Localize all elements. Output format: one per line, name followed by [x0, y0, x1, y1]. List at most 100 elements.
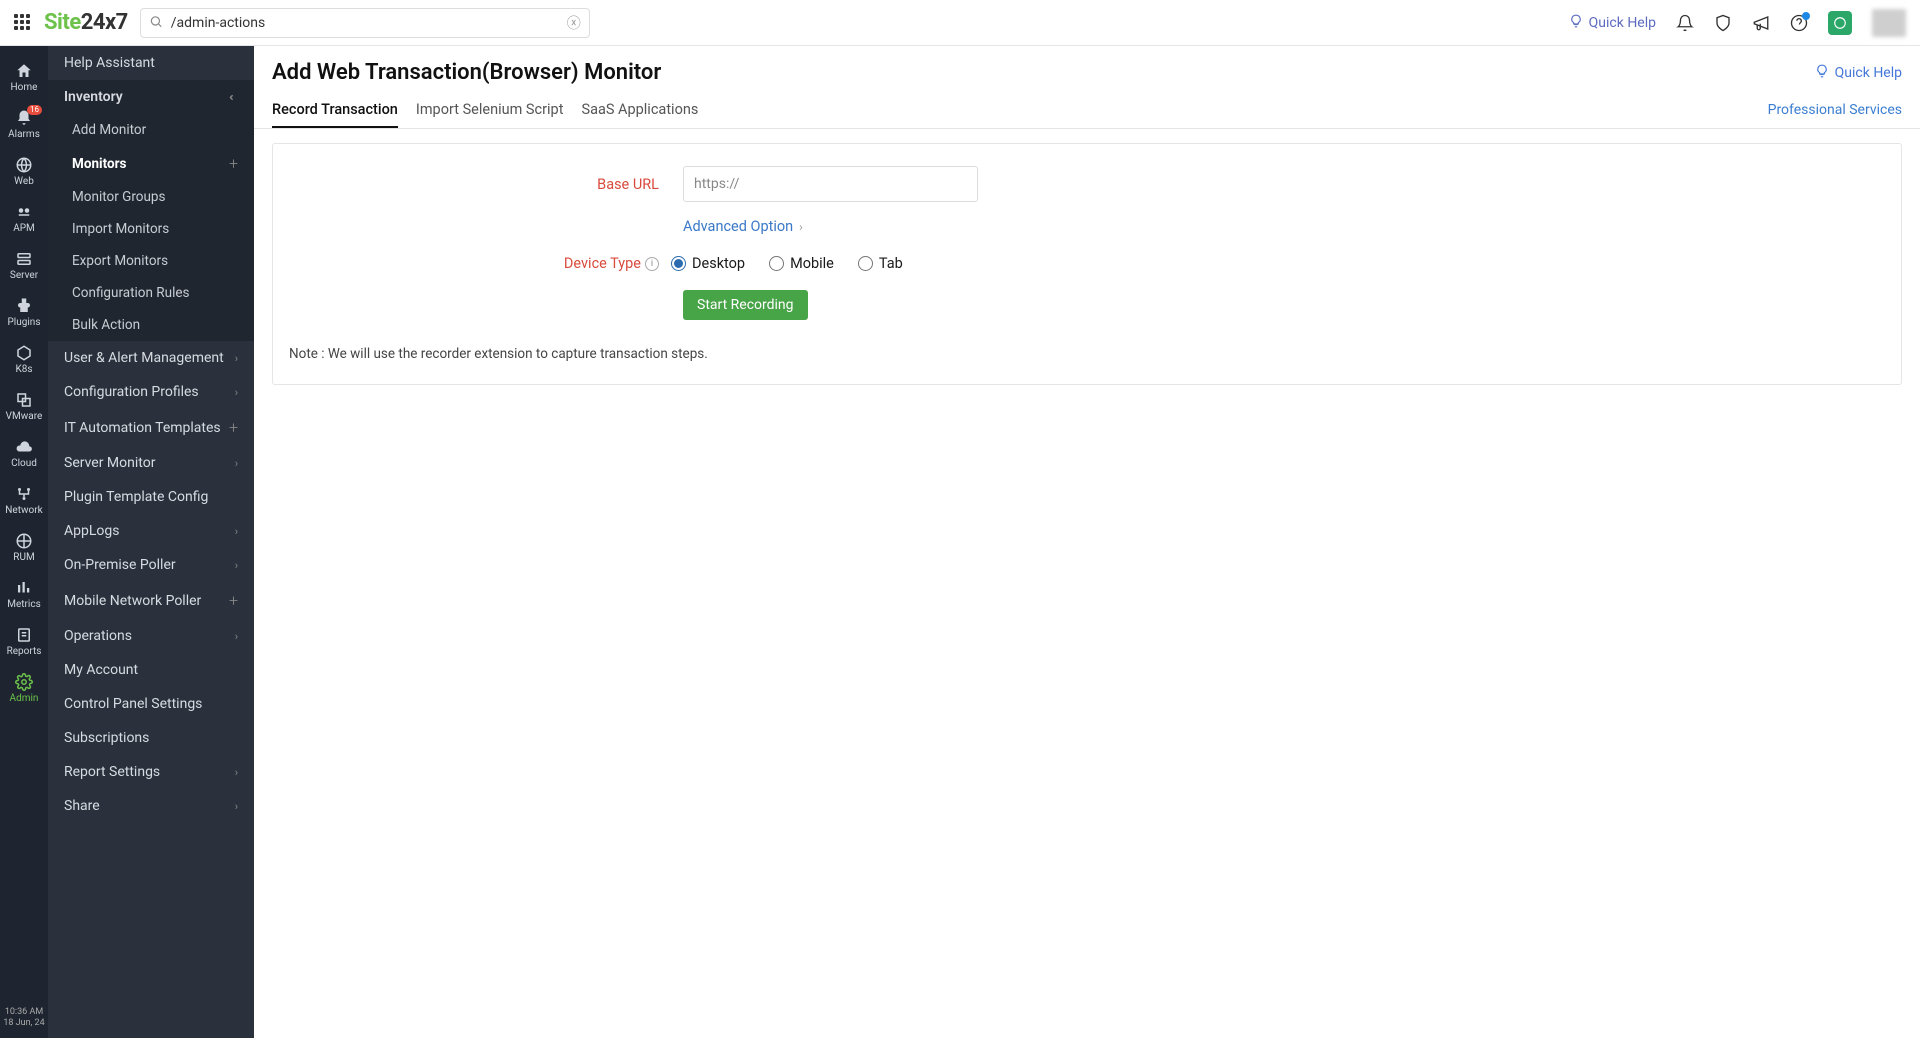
sidenav-it-automation[interactable]: IT Automation Templates+: [48, 409, 254, 446]
sidenav-import-monitors[interactable]: Import Monitors: [48, 213, 254, 245]
rail-k8s[interactable]: K8s: [0, 336, 48, 383]
base-url-input[interactable]: [683, 166, 978, 202]
rail-vmware[interactable]: VMware: [0, 383, 48, 430]
sidenav-onprem-poller[interactable]: On-Premise Poller›: [48, 548, 254, 582]
tab-saas-applications[interactable]: SaaS Applications: [581, 91, 698, 128]
radio-tab[interactable]: Tab: [858, 255, 903, 272]
sidenav-label: AppLogs: [64, 523, 119, 539]
info-icon[interactable]: i: [645, 257, 659, 271]
chevron-right-icon: ›: [235, 630, 238, 643]
sidenav-server-monitor[interactable]: Server Monitor›: [48, 446, 254, 480]
sidenav-inventory[interactable]: Inventory ⌄: [48, 80, 254, 114]
shield-icon[interactable]: [1714, 14, 1732, 32]
sidenav-configuration-rules[interactable]: Configuration Rules: [48, 277, 254, 309]
sidenav-user-alert-mgmt[interactable]: User & Alert Management ›: [48, 341, 254, 375]
rail-label: K8s: [15, 364, 32, 375]
plus-icon[interactable]: +: [229, 154, 238, 173]
rail-label: APM: [13, 223, 35, 234]
user-avatar[interactable]: [1872, 9, 1906, 37]
rail-time: 10:36 AM: [3, 1007, 44, 1019]
sidenav-monitors[interactable]: Monitors +: [48, 146, 254, 181]
sidenav-bulk-action[interactable]: Bulk Action: [48, 309, 254, 341]
sidenav-label: User & Alert Management: [64, 350, 224, 366]
chevron-right-icon: ›: [235, 525, 238, 538]
radio-mobile[interactable]: Mobile: [769, 255, 834, 272]
global-search[interactable]: ⓧ: [140, 8, 590, 38]
rail-rum[interactable]: RUM: [0, 524, 48, 571]
rail-server[interactable]: Server: [0, 242, 48, 289]
layout: Home 16 Alarms Web APM Server Plugins K8…: [0, 46, 1920, 1038]
rail-network[interactable]: Network: [0, 477, 48, 524]
sidenav-applogs[interactable]: AppLogs ›: [48, 514, 254, 548]
rail-reports[interactable]: Reports: [0, 618, 48, 665]
rail-label: Cloud: [11, 458, 37, 469]
announcement-icon[interactable]: [1752, 14, 1770, 32]
page-title: Add Web Transaction(Browser) Monitor: [272, 60, 661, 85]
sidenav-subscriptions[interactable]: Subscriptions: [48, 721, 254, 755]
chevron-right-icon: ›: [235, 352, 238, 365]
rail-web[interactable]: Web: [0, 148, 48, 195]
notification-dot: [1802, 12, 1810, 20]
sidenav-label: My Account: [64, 662, 138, 678]
sidenav-label: Configuration Profiles: [64, 384, 199, 400]
clear-search-icon[interactable]: ⓧ: [567, 13, 581, 33]
sidenav-operations[interactable]: Operations›: [48, 619, 254, 653]
tab-import-selenium[interactable]: Import Selenium Script: [416, 91, 564, 128]
sidenav-report-settings[interactable]: Report Settings›: [48, 755, 254, 789]
sidenav-label: Server Monitor: [64, 455, 155, 471]
sidenav-my-account[interactable]: My Account: [48, 653, 254, 687]
help-icon[interactable]: [1790, 14, 1808, 32]
sidenav-add-monitor[interactable]: Add Monitor: [48, 114, 254, 146]
radio-desktop-input[interactable]: [671, 256, 686, 271]
sidenav-label: Mobile Network Poller: [64, 593, 201, 609]
rail-label: Network: [5, 505, 42, 516]
rail-alarms[interactable]: 16 Alarms: [0, 101, 48, 148]
sidenav-monitor-groups[interactable]: Monitor Groups: [48, 181, 254, 213]
quick-help-label: Quick Help: [1589, 15, 1656, 31]
sidenav-share[interactable]: Share›: [48, 789, 254, 823]
sidenav-label: Control Panel Settings: [64, 696, 202, 712]
sidenav-mobile-poller[interactable]: Mobile Network Poller +: [48, 582, 254, 619]
start-recording-button[interactable]: Start Recording: [683, 290, 808, 320]
professional-services-link[interactable]: Professional Services: [1768, 92, 1902, 128]
rail-label: Home: [11, 82, 38, 93]
radio-label: Mobile: [790, 255, 834, 272]
rail-admin[interactable]: Admin: [0, 665, 48, 712]
sub-label: Export Monitors: [72, 253, 168, 269]
radio-tab-input[interactable]: [858, 256, 873, 271]
rail-label: Metrics: [7, 599, 41, 610]
apps-launcher-icon[interactable]: [14, 14, 32, 32]
tabs: Record Transaction Import Selenium Scrip…: [254, 91, 1920, 129]
quick-help-page-link[interactable]: Quick Help: [1815, 64, 1902, 82]
radio-mobile-input[interactable]: [769, 256, 784, 271]
radio-desktop[interactable]: Desktop: [671, 255, 745, 272]
rail-plugins[interactable]: Plugins: [0, 289, 48, 336]
sidenav-plugin-template[interactable]: Plugin Template Config: [48, 480, 254, 514]
sidenav-export-monitors[interactable]: Export Monitors: [48, 245, 254, 277]
chevron-down-icon: ⌄: [227, 92, 240, 101]
advanced-option-link[interactable]: Advanced Option ›: [683, 218, 803, 235]
search-icon: [149, 13, 163, 32]
status-icon[interactable]: [1828, 11, 1852, 35]
quick-help-label: Quick Help: [1835, 65, 1902, 81]
sub-label: Bulk Action: [72, 317, 140, 333]
rail-cloud[interactable]: Cloud: [0, 430, 48, 477]
sub-label: Monitor Groups: [72, 189, 165, 205]
sidenav-help-assistant[interactable]: Help Assistant: [48, 46, 254, 80]
chevron-right-icon: ›: [235, 559, 238, 572]
main: Add Web Transaction(Browser) Monitor Qui…: [254, 46, 1920, 1038]
rail-home[interactable]: Home: [0, 54, 48, 101]
search-input[interactable]: [171, 15, 559, 31]
rail-apm[interactable]: APM: [0, 195, 48, 242]
alarm-badge: 16: [27, 105, 42, 115]
rail-metrics[interactable]: Metrics: [0, 571, 48, 618]
sidenav-control-panel[interactable]: Control Panel Settings: [48, 687, 254, 721]
bell-icon[interactable]: [1676, 14, 1694, 32]
rail-label: Plugins: [8, 317, 41, 328]
plus-icon[interactable]: +: [229, 418, 238, 437]
quick-help-link[interactable]: Quick Help: [1569, 14, 1656, 32]
logo[interactable]: Site24x7: [44, 10, 128, 35]
plus-icon[interactable]: +: [229, 591, 238, 610]
tab-record-transaction[interactable]: Record Transaction: [272, 91, 398, 128]
sidenav-config-profiles[interactable]: Configuration Profiles›: [48, 375, 254, 409]
